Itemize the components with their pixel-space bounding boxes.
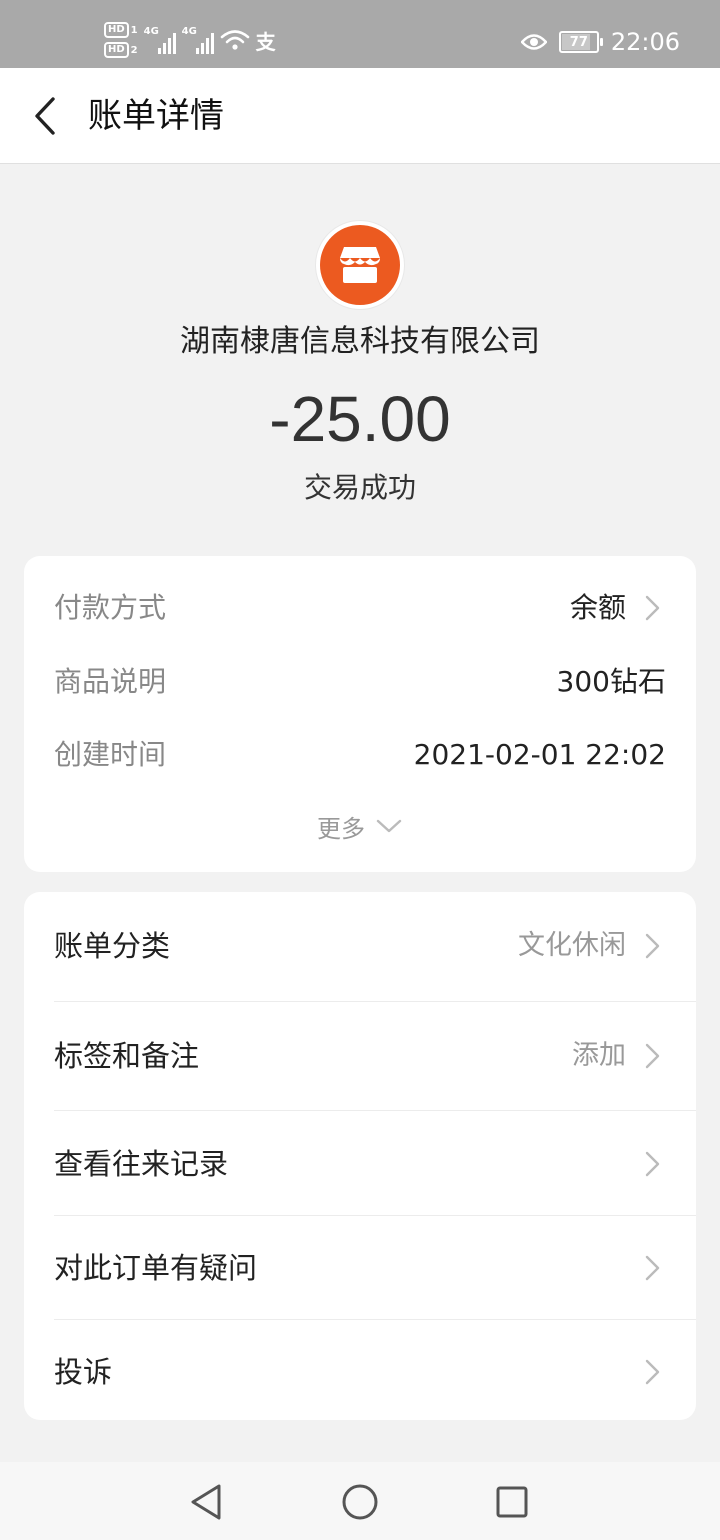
row-label: 查看往来记录 — [54, 1147, 229, 1181]
chevron-down-icon — [376, 819, 402, 833]
clock: 22:06 — [610, 28, 680, 56]
status-bar-right: 77 22:06 — [520, 18, 680, 66]
row-value: 添加 — [572, 1040, 626, 1071]
product-description-row: 商品说明 300钻石 — [54, 657, 666, 707]
bill-category-row[interactable]: 账单分类 文化休闲 — [24, 894, 696, 998]
details-card: 付款方式 余额 商品说明 300钻石 创建时间 2021-02-01 22:02… — [24, 556, 696, 872]
hd2-slot: 2 — [130, 44, 138, 56]
hd1-slot: 1 — [130, 24, 138, 36]
detail-value: 2021-02-01 22:02 — [413, 738, 666, 771]
nav-back-button[interactable] — [182, 1478, 230, 1526]
signal-1-icon: 4G — [144, 26, 176, 54]
payment-method-row[interactable]: 付款方式 余额 — [54, 583, 666, 633]
nav-recents-button[interactable] — [488, 1478, 536, 1526]
system-nav-bar — [0, 1462, 720, 1540]
detail-value: 余额 — [569, 591, 626, 624]
battery-icon: 77 — [558, 31, 603, 53]
status-bar-left: HD 1 HD 2 4G 4G 支 — [104, 18, 276, 62]
row-value: 文化休闲 — [518, 930, 626, 961]
transaction-status: 交易成功 — [303, 471, 416, 504]
title-bar: 账单详情 — [0, 68, 720, 164]
circle-home-icon — [342, 1484, 378, 1520]
row-label: 投诉 — [54, 1355, 113, 1389]
view-history-row[interactable]: 查看往来记录 — [24, 1112, 696, 1216]
merchant-logo-circle — [320, 225, 400, 305]
eye-icon — [520, 34, 547, 50]
row-label: 账单分类 — [54, 929, 171, 963]
triangle-back-icon — [191, 1484, 221, 1520]
chevron-right-icon — [645, 595, 660, 621]
hd2-label: HD — [104, 42, 129, 58]
divider — [54, 1001, 696, 1002]
created-time-row: 创建时间 2021-02-01 22:02 — [54, 730, 666, 780]
detail-key: 创建时间 — [54, 738, 167, 771]
complaint-row[interactable]: 投诉 — [24, 1320, 696, 1424]
net2-label: 4G — [181, 26, 197, 37]
row-label: 对此订单有疑问 — [54, 1251, 258, 1285]
square-recents-icon — [496, 1486, 528, 1518]
tags-notes-row[interactable]: 标签和备注 添加 — [24, 1004, 696, 1108]
more-toggle[interactable]: 更多 — [24, 806, 696, 846]
net1-label: 4G — [143, 26, 159, 37]
hd-indicators: HD 1 HD 2 — [104, 22, 138, 58]
divider — [54, 1110, 696, 1111]
battery-level: 77 — [569, 34, 588, 50]
back-button[interactable] — [22, 92, 70, 140]
detail-key: 商品说明 — [54, 665, 167, 698]
chevron-right-icon — [645, 1255, 660, 1281]
transaction-summary: 湖南棣唐信息科技有限公司 -25.00 交易成功 — [0, 164, 720, 540]
actions-card: 账单分类 文化休闲 标签和备注 添加 查看往来记录 对此订单有疑问 投诉 — [24, 892, 696, 1420]
merchant-name: 湖南棣唐信息科技有限公司 — [180, 324, 540, 359]
back-arrow-icon — [35, 97, 55, 135]
merchant-logo — [315, 220, 405, 310]
chevron-right-icon — [645, 1151, 660, 1177]
nav-home-button[interactable] — [336, 1478, 384, 1526]
row-label: 标签和备注 — [54, 1039, 200, 1073]
hd2-indicator: HD 2 — [104, 42, 138, 58]
alipay-app-icon: 支 — [255, 29, 276, 54]
hd1-indicator: HD 1 — [104, 22, 138, 38]
chevron-right-icon — [645, 1043, 660, 1069]
signal-2-icon: 4G — [182, 26, 214, 54]
more-label: 更多 — [317, 814, 365, 843]
hd1-label: HD — [104, 22, 129, 38]
order-question-row[interactable]: 对此订单有疑问 — [24, 1216, 696, 1320]
wifi-icon — [220, 30, 249, 50]
store-icon — [340, 247, 380, 283]
page-title: 账单详情 — [88, 96, 224, 136]
detail-key: 付款方式 — [54, 591, 167, 624]
chevron-right-icon — [645, 1359, 660, 1385]
detail-value: 300钻石 — [556, 665, 666, 698]
chevron-right-icon — [645, 933, 660, 959]
status-bar: HD 1 HD 2 4G 4G 支 77 22:06 — [0, 0, 720, 68]
transaction-amount: -25.00 — [269, 383, 451, 455]
